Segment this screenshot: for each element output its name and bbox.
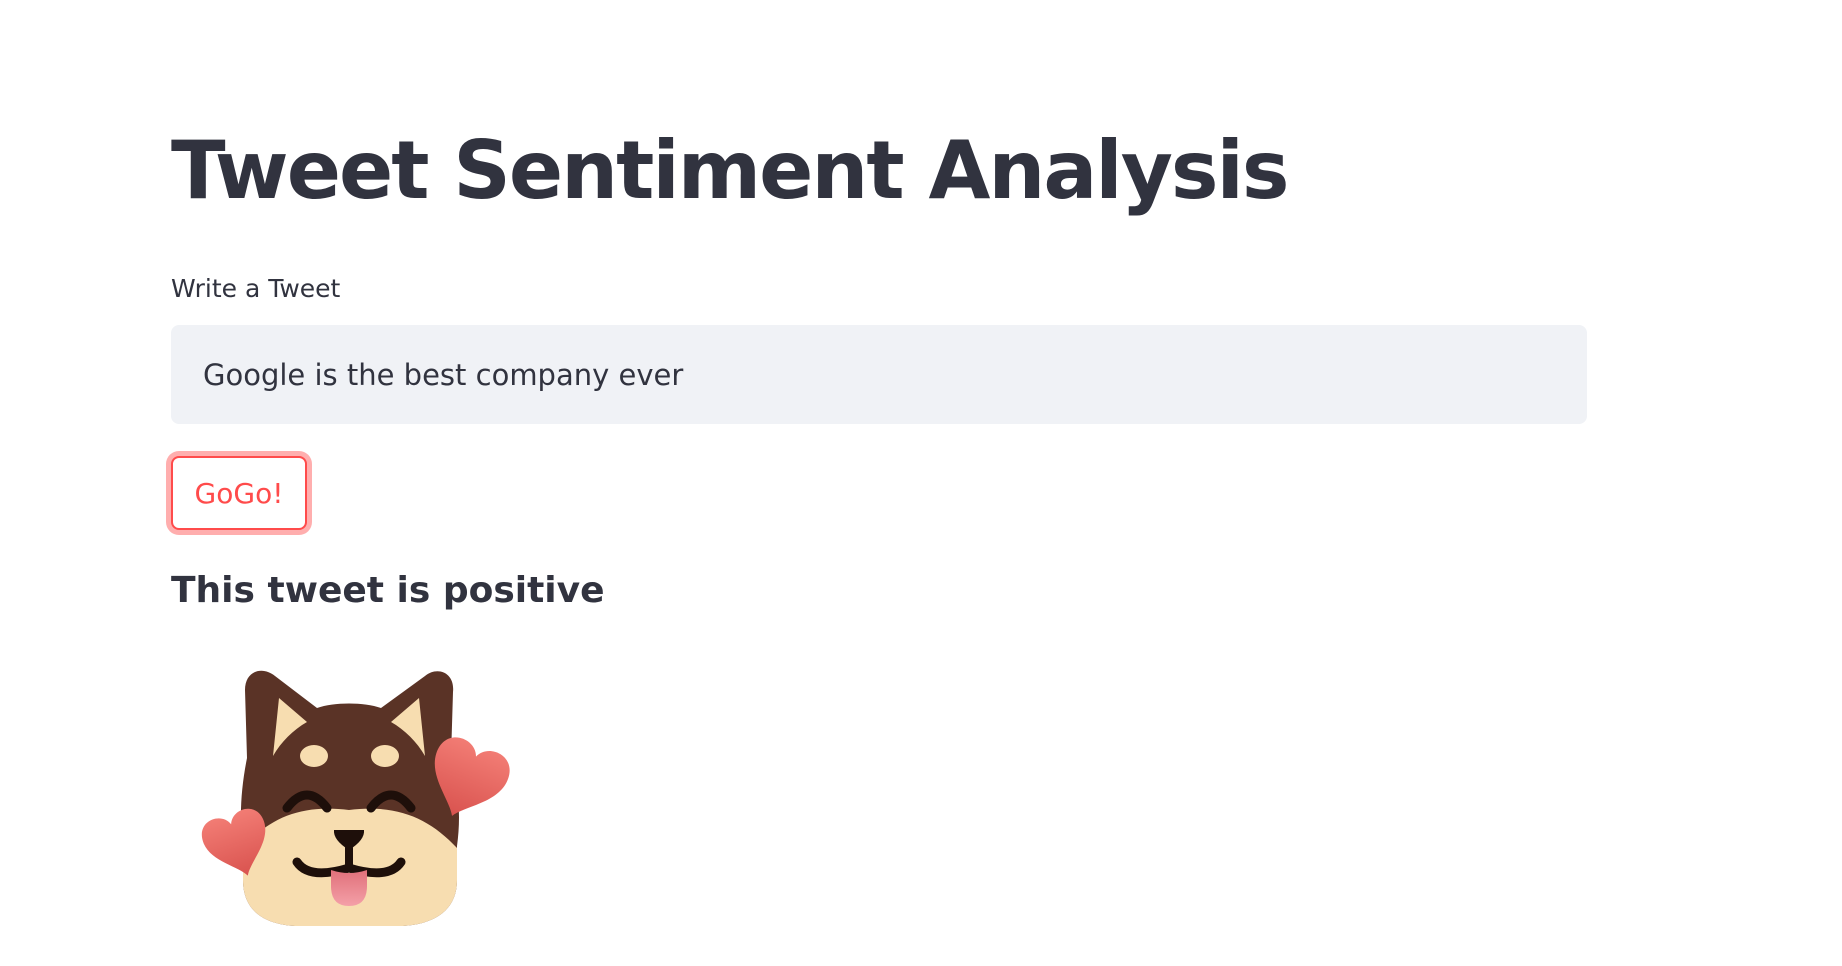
sentiment-result: This tweet is positive [171, 570, 605, 611]
happy-shiba-with-hearts-icon [201, 670, 510, 926]
result-image [189, 658, 569, 938]
tweet-input[interactable] [171, 325, 1587, 424]
tweet-input-container [171, 325, 1587, 424]
dog-tongue [331, 870, 367, 906]
app-page: Tweet Sentiment Analysis Write a Tweet G… [0, 0, 1842, 966]
dog-right-brow-spot [371, 745, 399, 767]
page-title: Tweet Sentiment Analysis [171, 124, 1290, 217]
gogo-button[interactable]: GoGo! [171, 456, 307, 530]
tweet-input-label: Write a Tweet [171, 274, 341, 303]
dog-left-brow-spot [300, 745, 328, 767]
